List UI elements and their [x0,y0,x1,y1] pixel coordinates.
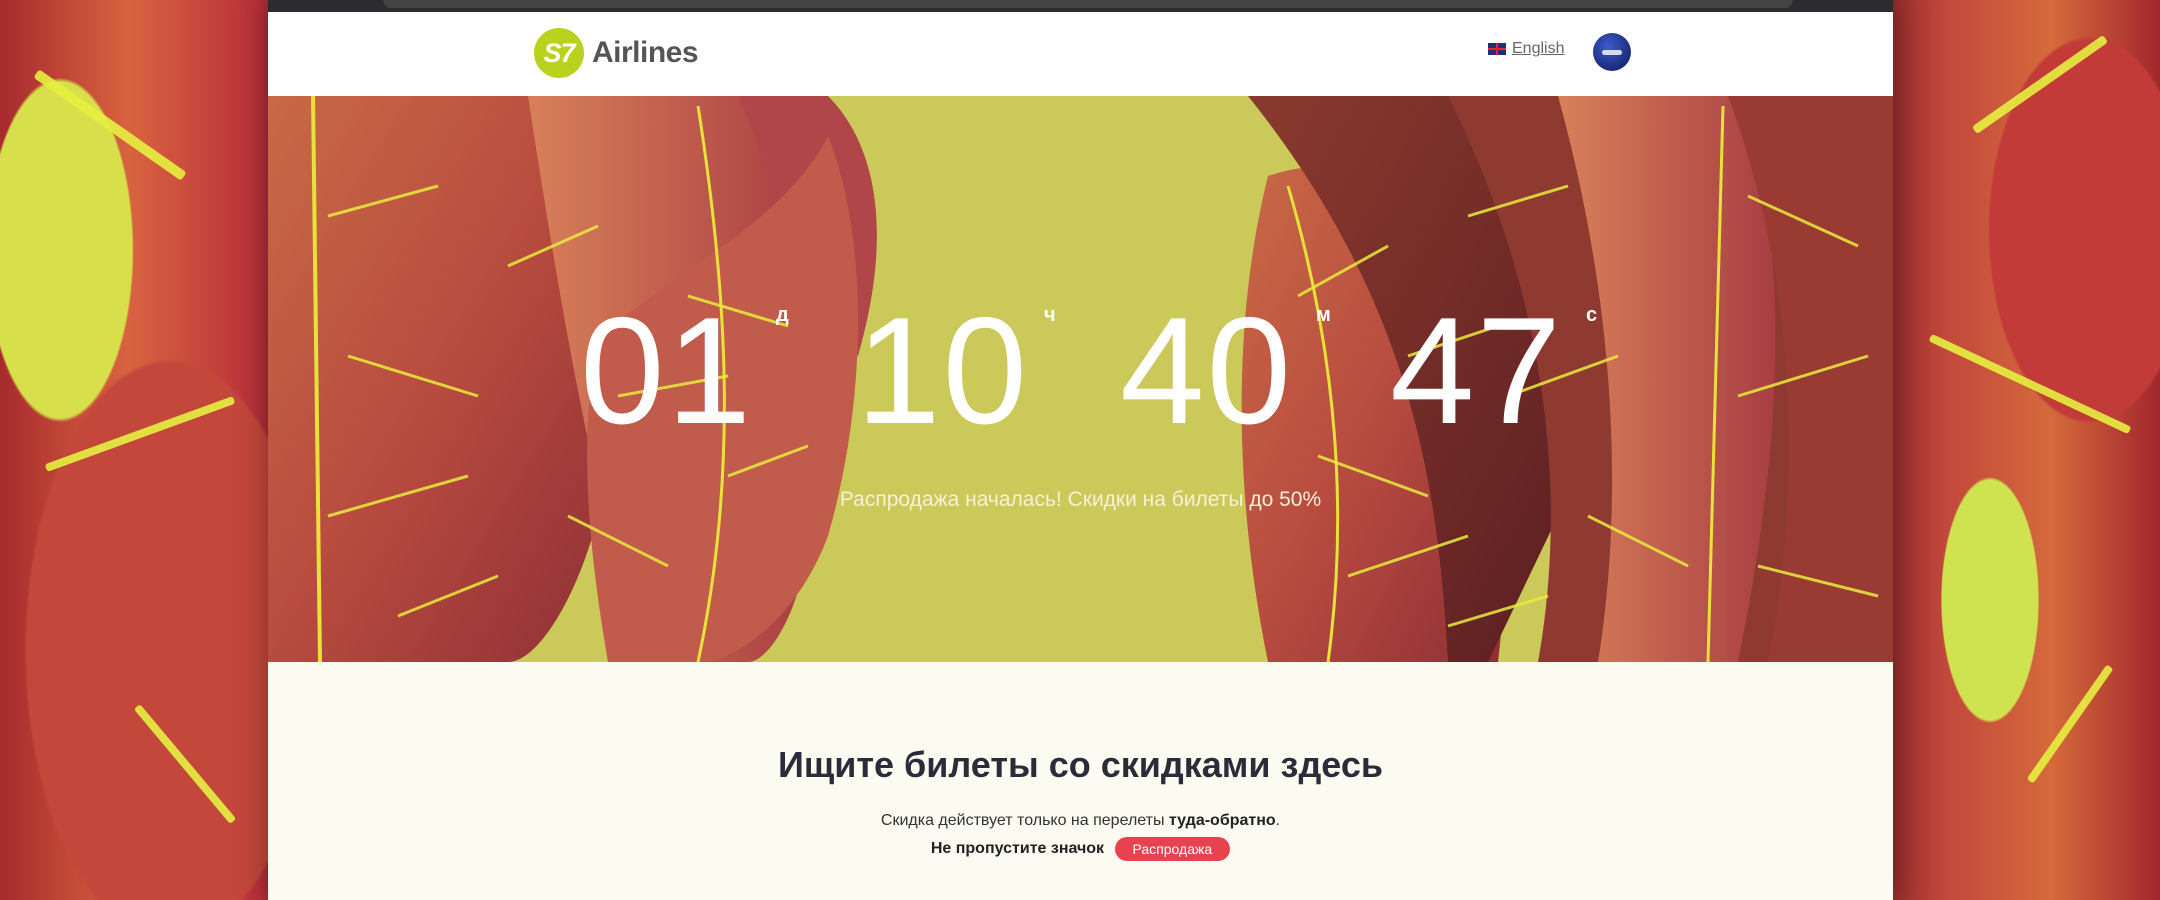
uk-flag-icon [1488,43,1506,55]
s7-logo-mark: S7 [534,28,584,78]
s7-logo[interactable]: S7 Airlines [534,28,699,78]
countdown-hours-value: 10 [856,286,1030,456]
search-section-title: Ищите билеты со скидками здесь [777,744,1383,785]
s7-sale-page: S7 Airlines English 01 д 10 ч 40 м 47 с … [268,0,1893,900]
browser-top-strip [268,0,1893,12]
countdown-hours-label: ч [1044,304,1056,326]
discount-note-bold: туда-обратно [1168,812,1276,829]
countdown-minutes-value: 40 [1120,286,1294,456]
language-link[interactable]: English [1512,40,1564,58]
site-header: S7 Airlines English [268,12,1893,96]
oneworld-icon[interactable] [1593,33,1631,71]
badge-note: Не пропустите значок Распродажа [268,837,1893,861]
countdown-minutes-label: м [1316,304,1331,326]
search-section: Ищите билеты со скидками здесь Скидка де… [268,662,1893,900]
discount-note: Скидка действует только на перелеты туда… [268,812,1893,830]
sale-countdown: 01 д 10 ч 40 м 47 с [268,295,1893,447]
hero-banner: 01 д 10 ч 40 м 47 с Распродажа началась!… [268,96,1893,662]
language-switcher[interactable]: English [1488,40,1564,58]
countdown-hours: 10 ч [856,295,1056,447]
promo-text: Распродажа началась! Скидки на билеты до… [839,488,1322,511]
countdown-minutes: 40 м [1120,295,1331,447]
s7-logo-text: Airlines [592,36,699,69]
countdown-days-value: 01 [580,286,754,456]
countdown-seconds-value: 47 [1390,286,1564,456]
discount-note-prefix: Скидка действует только на перелеты [880,812,1169,829]
discount-note-suffix: . [1275,812,1281,829]
countdown-days: 01 д [580,295,789,447]
countdown-days-label: д [776,304,789,326]
badge-prompt: Не пропустите значок [930,840,1105,858]
sale-badge: Распродажа [1114,837,1231,861]
countdown-seconds: 47 с [1390,295,1597,447]
countdown-seconds-label: с [1586,304,1598,326]
